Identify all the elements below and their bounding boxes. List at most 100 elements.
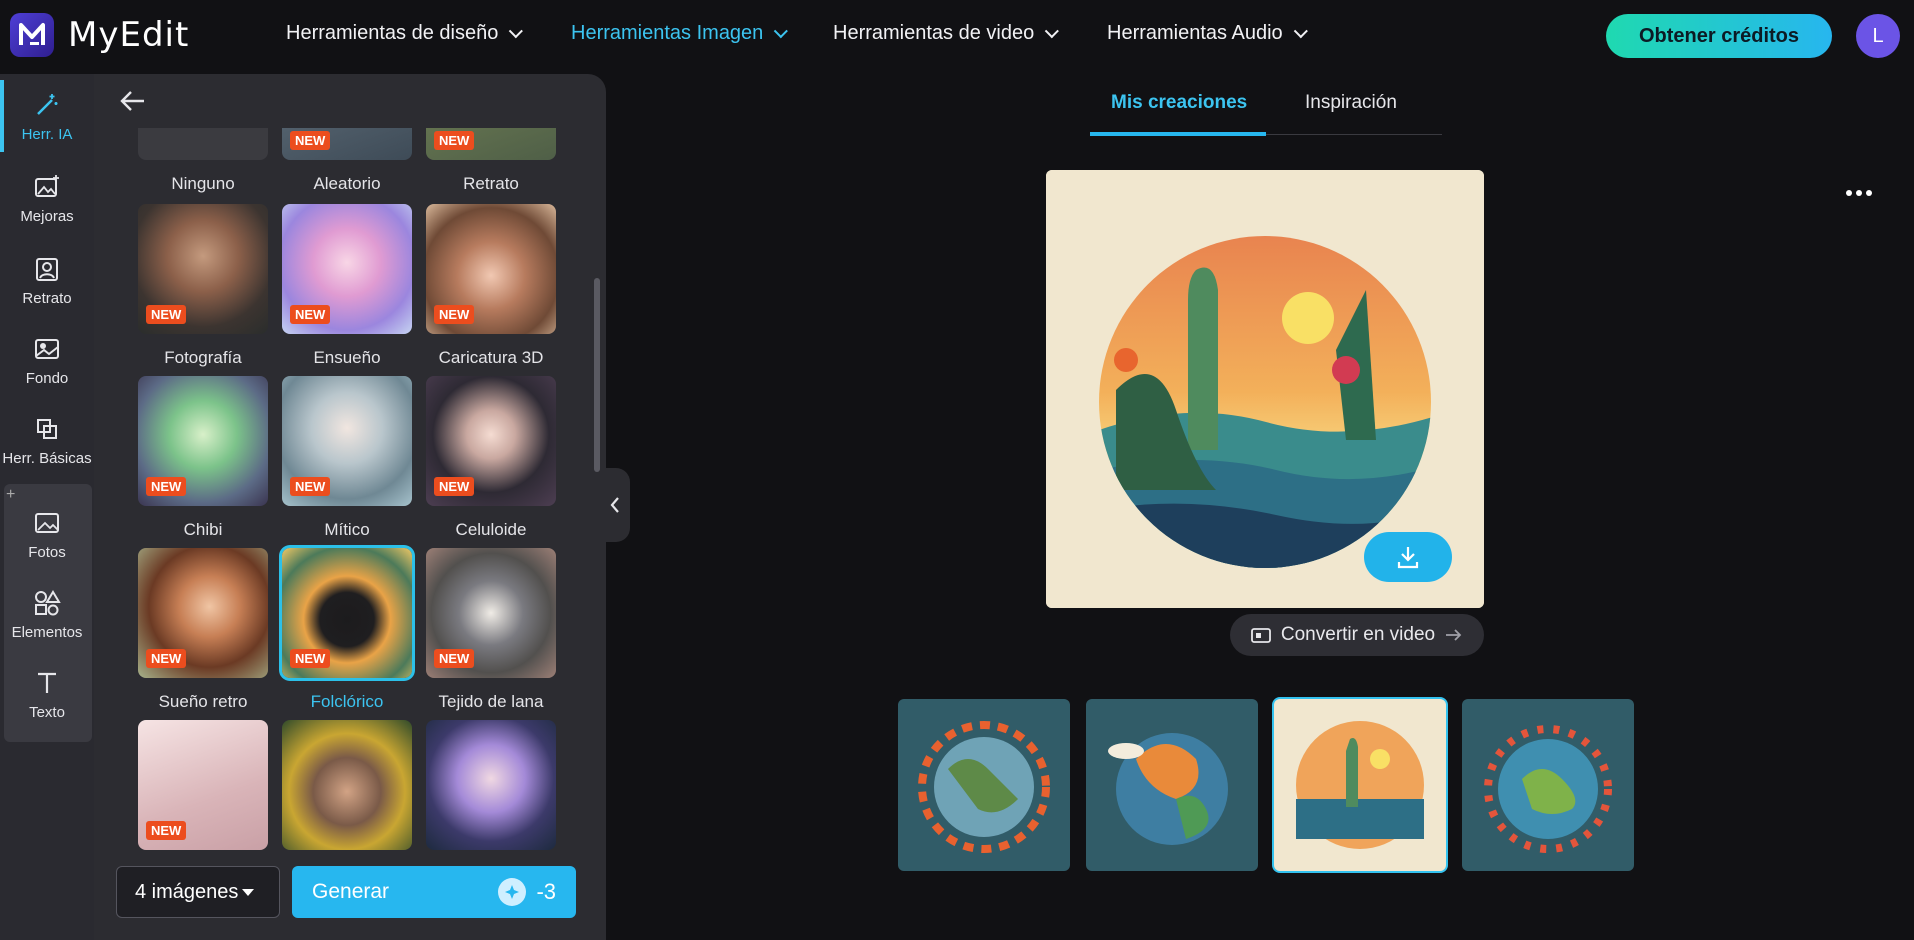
result-thumbnail[interactable] (1086, 699, 1258, 871)
new-badge: NEW (146, 477, 187, 496)
new-badge: NEW (290, 477, 331, 496)
style-card-interior[interactable]: NEW (138, 720, 268, 850)
new-badge: NEW (146, 305, 187, 324)
credit-cost: -3 (498, 878, 556, 906)
text-icon (32, 668, 62, 698)
result-thumbnail-selected[interactable] (1274, 699, 1446, 871)
new-badge: NEW (146, 649, 187, 668)
nav-image-tools[interactable]: Herramientas Imagen (571, 22, 789, 45)
style-thumbnail: NEW (282, 204, 412, 334)
top-bar: MyEdit Herramientas de diseño Herramient… (0, 0, 1914, 72)
new-badge: NEW (290, 305, 331, 324)
rail-item-enhance[interactable]: Mejoras (0, 158, 94, 238)
earth-illustration (918, 721, 1050, 853)
style-card-dream[interactable]: NEW Ensueño (282, 204, 412, 368)
chevron-down-icon (1293, 23, 1308, 38)
tab-inspiration[interactable]: Inspiración (1305, 92, 1397, 114)
more-options-icon[interactable] (1846, 190, 1872, 196)
style-label: Caricatura 3D (438, 348, 544, 367)
rail-item-background[interactable]: Fondo (0, 320, 94, 400)
panel-scrollbar[interactable] (594, 278, 600, 472)
shapes-icon (32, 588, 62, 618)
earth-illustration (1108, 733, 1228, 845)
rail-item-elements[interactable]: Elementos (0, 574, 94, 654)
style-label: Sueño retro (158, 692, 248, 711)
download-button[interactable] (1364, 532, 1452, 582)
style-label: Ninguno (171, 174, 235, 193)
convert-to-video-button[interactable]: Convertir en video (1230, 614, 1484, 656)
style-card-fantasy[interactable] (426, 720, 556, 850)
avatar[interactable]: L (1856, 14, 1900, 58)
style-card-celluloid[interactable]: NEW Celuloide (426, 376, 556, 540)
generate-button[interactable]: Generar -3 (292, 866, 576, 918)
style-label: Mítico (324, 520, 370, 539)
style-card-photography[interactable]: NEW Fotografía (138, 204, 268, 368)
style-card-mythic[interactable]: NEW Mítico (282, 376, 412, 540)
rail-label: Fondo (25, 369, 69, 387)
style-label: Retrato (463, 174, 519, 193)
video-convert-icon (1250, 628, 1271, 643)
convert-label: Convertir en video (1280, 624, 1436, 645)
background-icon (32, 334, 62, 364)
download-icon (1397, 547, 1419, 569)
style-card-3d-cartoon[interactable]: NEW Caricatura 3D (426, 204, 556, 368)
landscape-illustration (1296, 721, 1424, 849)
style-card-random[interactable]: NEW Aleatorio (282, 128, 412, 194)
rail-item-portrait[interactable]: Retrato (0, 240, 94, 320)
back-arrow-icon[interactable] (118, 88, 148, 114)
crop-icon (32, 414, 62, 444)
nav-label: Herramientas Audio (1107, 22, 1283, 44)
style-thumbnail: NEW (282, 376, 412, 506)
result-thumbnail[interactable] (898, 699, 1070, 871)
style-label: Ensueño (313, 348, 381, 367)
rail-item-text[interactable]: Texto (0, 654, 94, 734)
style-card-portrait[interactable]: NEW Retrato (426, 128, 556, 194)
style-card-field-portrait[interactable] (282, 720, 412, 850)
rail-label: Mejoras (20, 207, 74, 225)
get-credits-button[interactable]: Obtener créditos (1606, 14, 1832, 58)
new-badge: NEW (434, 305, 475, 324)
rail-label: Herr. IA (21, 125, 73, 143)
myedit-logo-icon (10, 13, 54, 57)
caret-down-icon (242, 888, 255, 896)
tab-my-creations[interactable]: Mis creaciones (1111, 92, 1247, 114)
nav-design-tools[interactable]: Herramientas de diseño (286, 22, 524, 45)
image-enhance-icon (32, 172, 62, 202)
new-badge: NEW (434, 131, 475, 150)
image-count-select[interactable]: 4 imágenes (116, 866, 280, 918)
result-thumbnail[interactable] (1462, 699, 1634, 871)
rail-item-photos[interactable]: Fotos (0, 494, 94, 574)
rail-item-basic-tools[interactable]: Herr. Básicas (0, 400, 94, 480)
rail-label: Retrato (22, 289, 72, 307)
nav-audio-tools[interactable]: Herramientas Audio (1107, 22, 1308, 45)
style-thumbnail: NEW (426, 548, 556, 678)
collapse-panel-button[interactable] (600, 468, 630, 542)
style-thumbnail: NEW (426, 204, 556, 334)
new-badge: NEW (434, 477, 475, 496)
magic-wand-icon (32, 90, 62, 120)
style-thumbnail (282, 720, 412, 850)
arrow-right-icon (1446, 629, 1462, 641)
style-card-folk[interactable]: NEW Folclórico (282, 548, 412, 712)
rail-item-ai-tools[interactable]: Herr. IA (0, 76, 94, 156)
app-logo[interactable]: MyEdit (10, 13, 189, 57)
style-label: Tejido de lana (438, 692, 544, 711)
style-thumbnail: NEW (138, 204, 268, 334)
rail-label: Elementos (11, 623, 83, 641)
style-thumbnail: NEW (282, 548, 412, 678)
rail-label: Texto (29, 703, 65, 721)
style-card-wool-knit[interactable]: NEW Tejido de lana (426, 548, 556, 712)
style-card-chibi[interactable]: NEW Chibi (138, 376, 268, 540)
portrait-icon (32, 254, 62, 284)
app-name: MyEdit (68, 15, 190, 55)
style-card-retro-dream[interactable]: NEW Sueño retro (138, 548, 268, 712)
style-label: Aleatorio (313, 174, 381, 193)
nav-video-tools[interactable]: Herramientas de video (833, 22, 1060, 45)
earth-illustration (1484, 725, 1612, 853)
chevron-left-icon (610, 497, 619, 513)
new-badge: NEW (146, 821, 187, 840)
style-label: Chibi (183, 520, 223, 539)
style-thumbnail: NEW (426, 128, 556, 160)
style-label: Fotografía (164, 348, 242, 367)
style-card-none[interactable]: Ninguno (138, 128, 268, 194)
